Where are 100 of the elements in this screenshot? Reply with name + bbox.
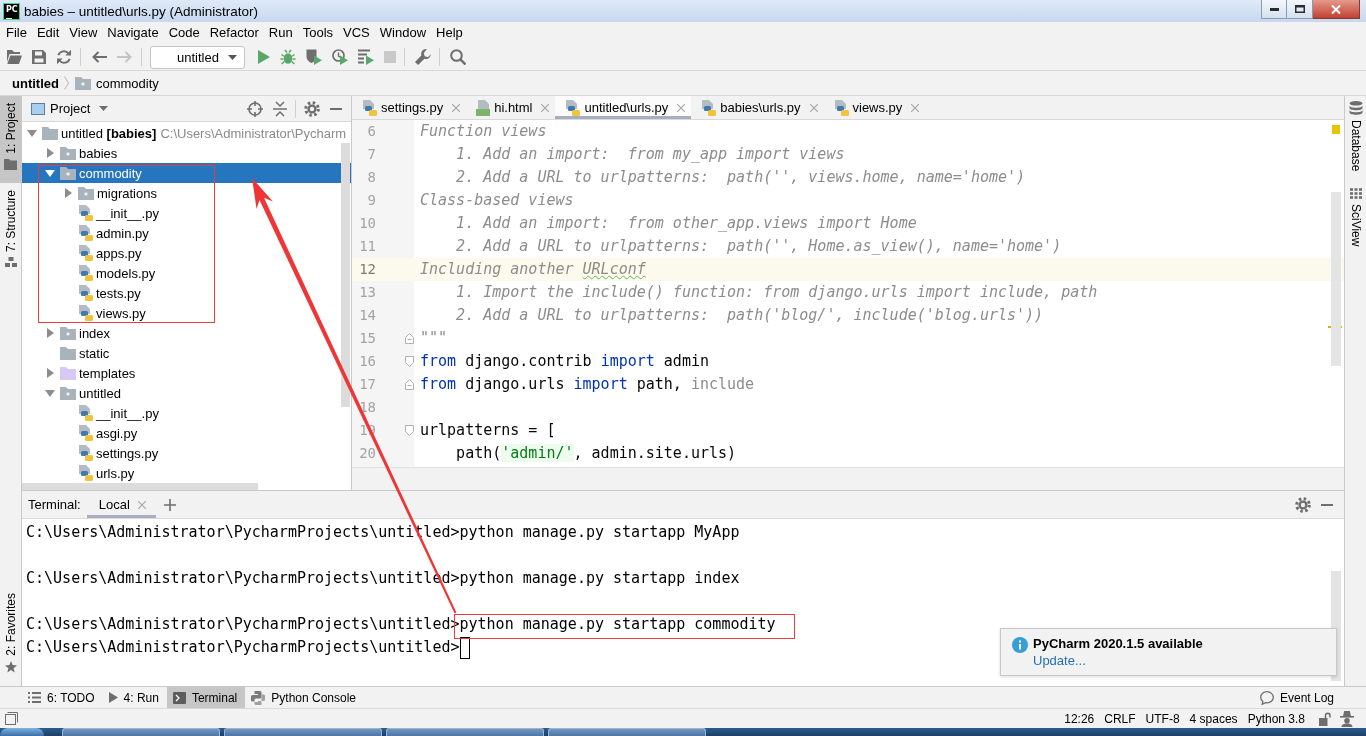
close-button[interactable]: [1313, 0, 1360, 19]
fold-marker-icon[interactable]: [405, 333, 414, 344]
editor-tab[interactable]: hi.html: [466, 96, 556, 119]
settings-icon[interactable]: [304, 100, 320, 117]
run-configuration-dropdown[interactable]: untitled: [150, 45, 245, 69]
bug-icon[interactable]: [279, 49, 296, 65]
tree-item[interactable]: __init__.py: [78, 405, 159, 421]
tool-window-tab[interactable]: 6: TODO: [22, 687, 103, 708]
start-button[interactable]: [0, 728, 44, 736]
close-icon[interactable]: [809, 103, 818, 112]
view-dropdown[interactable]: Project: [50, 101, 109, 116]
menu-item[interactable]: Help: [431, 23, 468, 43]
tool-window-tab[interactable]: 2: Favorites: [0, 586, 21, 686]
person-with-hat-icon[interactable]: [1340, 710, 1354, 727]
close-icon[interactable]: [911, 103, 920, 112]
editor-tab[interactable]: views.py: [823, 96, 926, 119]
tree-item[interactable]: models.py: [78, 265, 156, 281]
fold-marker-icon[interactable]: [405, 379, 414, 390]
tree-item[interactable]: views.py: [78, 305, 146, 321]
square-icon[interactable]: [5, 712, 18, 725]
caret-down-icon[interactable]: [45, 389, 55, 397]
tool-window-tab[interactable]: 4: Run: [102, 687, 167, 708]
taskbar-button[interactable]: [62, 728, 220, 736]
tree-item[interactable]: templates: [60, 365, 136, 381]
scrollbar[interactable]: [1331, 192, 1341, 366]
tree-item[interactable]: urls.py: [78, 465, 135, 481]
tool-window-tab[interactable]: Terminal: [166, 687, 246, 708]
tree-item[interactable]: index: [60, 325, 111, 341]
menu-item[interactable]: File: [1, 23, 32, 43]
tree-item[interactable]: tests.py: [78, 285, 141, 301]
menu-item[interactable]: Code: [163, 23, 205, 43]
close-icon[interactable]: [137, 500, 146, 509]
menu-item[interactable]: Run: [263, 23, 298, 43]
scrollbar[interactable]: [341, 143, 350, 407]
caret-right-icon[interactable]: [64, 188, 72, 198]
play-icon[interactable]: [257, 50, 270, 64]
caret-right-icon[interactable]: [46, 368, 54, 378]
editor-tab[interactable]: babies\urls.py: [691, 96, 824, 119]
settings-icon[interactable]: [1295, 496, 1311, 513]
status-item[interactable]: 4 spaces: [1184, 711, 1243, 726]
shield-play-icon[interactable]: [305, 49, 322, 65]
session-tab[interactable]: Local: [86, 491, 156, 518]
tool-window-tab[interactable]: Database: [1345, 96, 1366, 184]
padlock-icon[interactable]: [1319, 711, 1331, 726]
event-log-button[interactable]: Event Log: [1259, 690, 1334, 705]
menu-item[interactable]: View: [64, 23, 103, 43]
clock-play-icon[interactable]: [331, 49, 348, 65]
breadcrumb-item[interactable]: untitled: [12, 75, 59, 91]
menu-item[interactable]: Edit: [31, 23, 65, 43]
collapse-icon[interactable]: [273, 100, 287, 117]
taskbar-button[interactable]: [224, 728, 382, 736]
status-item[interactable]: 12:26: [1059, 711, 1100, 726]
caret-right-icon[interactable]: [46, 148, 54, 158]
tree-item[interactable]: untitled: [60, 385, 121, 401]
tree-item[interactable]: untitled [babies] C:\Users\Administrator\Pycharm: [42, 125, 347, 141]
tool-window-tab[interactable]: 1: Project: [0, 96, 21, 183]
scrollbar[interactable]: [22, 483, 258, 490]
list-play-icon[interactable]: [357, 49, 374, 65]
tool-window-tab[interactable]: 7: Structure: [0, 182, 21, 280]
plus-icon[interactable]: [163, 498, 176, 511]
caret-down-icon[interactable]: [27, 129, 37, 137]
close-icon[interactable]: [452, 103, 461, 112]
tool-window-tab[interactable]: SciView: [1345, 183, 1366, 259]
tree-item[interactable]: settings.py: [78, 445, 159, 461]
editor-tab[interactable]: settings.py: [352, 96, 467, 119]
menu-item[interactable]: Navigate: [102, 23, 164, 43]
circular-arrows-icon[interactable]: [56, 49, 72, 65]
minus-icon[interactable]: [330, 107, 342, 110]
caret-down-icon[interactable]: [45, 169, 55, 177]
tree-item[interactable]: admin.py: [78, 225, 149, 241]
editor-tab[interactable]: untitled\urls.py: [555, 96, 692, 119]
fold-marker-icon[interactable]: [405, 425, 414, 436]
maximize-button[interactable]: [1287, 0, 1313, 19]
status-item[interactable]: CRLF: [1099, 711, 1141, 726]
close-icon[interactable]: [677, 103, 686, 112]
update-link[interactable]: Update...: [1033, 652, 1086, 669]
minus-icon[interactable]: [1321, 503, 1333, 506]
wrench-icon[interactable]: [414, 49, 431, 65]
menu-item[interactable]: Refactor: [204, 23, 264, 43]
close-icon[interactable]: [541, 103, 550, 112]
status-item[interactable]: Python 3.8: [1242, 711, 1310, 726]
menu-item[interactable]: Window: [374, 23, 432, 43]
tree-item[interactable]: commodity: [60, 165, 142, 181]
folder-icon[interactable]: [6, 50, 22, 64]
menu-item[interactable]: Tools: [297, 23, 339, 43]
taskbar-button[interactable]: [386, 728, 544, 736]
left-arrow-icon[interactable]: [91, 51, 107, 63]
fold-marker-icon[interactable]: [405, 356, 414, 367]
caret-right-icon[interactable]: [46, 328, 54, 338]
tree-item[interactable]: migrations: [78, 185, 157, 201]
taskbar-button[interactable]: [548, 728, 706, 736]
search-icon[interactable]: [449, 49, 466, 65]
tool-window-tab[interactable]: Python Console: [245, 687, 365, 708]
tree-item[interactable]: __init__.py: [78, 205, 159, 221]
crosshair-icon[interactable]: [247, 100, 263, 117]
tree-item[interactable]: static: [60, 345, 110, 361]
tree-item[interactable]: apps.py: [78, 245, 142, 261]
menu-item[interactable]: VCS: [338, 23, 375, 43]
tree-item[interactable]: asgi.py: [78, 425, 138, 441]
minimize-button[interactable]: [1261, 0, 1287, 19]
